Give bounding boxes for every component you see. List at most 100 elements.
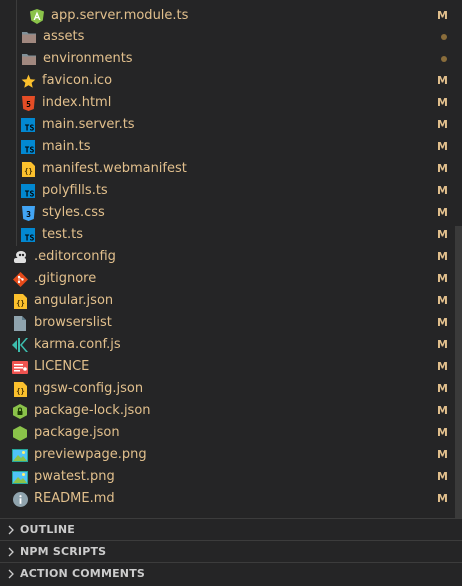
file-label: manifest.webmanifest <box>42 161 187 176</box>
file-label: .editorconfig <box>34 249 116 264</box>
modified-dot <box>441 34 447 40</box>
modified-badge: M <box>437 228 448 241</box>
file-label: favicon.ico <box>42 73 113 88</box>
svg-text:TS: TS <box>25 190 35 199</box>
file-label: .gitignore <box>34 271 97 286</box>
modified-badge: M <box>437 250 448 263</box>
modified-badge: M <box>437 426 448 439</box>
typescript-icon: TS <box>20 227 36 243</box>
folder-item-assets[interactable]: assets <box>0 26 462 48</box>
section-outline[interactable]: OUTLINE <box>0 518 462 540</box>
file-item-polyfills-ts[interactable]: TS polyfills.ts M <box>0 180 462 202</box>
file-icon <box>12 315 28 331</box>
npm-lock-icon <box>12 403 28 419</box>
modified-badge: M <box>437 404 448 417</box>
file-label: browserslist <box>34 315 112 330</box>
file-label: index.html <box>42 95 112 110</box>
modified-badge: M <box>437 316 448 329</box>
modified-badge: M <box>437 140 448 153</box>
section-npm-scripts[interactable]: NPM SCRIPTS <box>0 540 462 562</box>
file-label: README.md <box>34 491 115 506</box>
star-icon <box>20 73 36 89</box>
git-icon <box>12 271 28 287</box>
folder-icon <box>21 51 37 67</box>
modified-badge: M <box>437 294 448 307</box>
section-title: ACTION COMMENTS <box>20 567 146 580</box>
file-item-browserslist[interactable]: browserslist M <box>0 312 462 334</box>
file-item-package-lock[interactable]: package-lock.json M <box>0 400 462 422</box>
file-label: test.ts <box>42 227 83 242</box>
typescript-icon: TS <box>20 117 36 133</box>
modified-badge: M <box>437 492 448 505</box>
file-item-ngsw-config[interactable]: {} ngsw-config.json M <box>0 378 462 400</box>
svg-text:5: 5 <box>26 100 31 109</box>
folder-label: assets <box>43 29 85 44</box>
file-label: styles.css <box>42 205 105 220</box>
file-label: app.server.module.ts <box>51 8 189 23</box>
file-item-index-html[interactable]: 5 index.html M <box>0 92 462 114</box>
file-label: package.json <box>34 425 120 440</box>
file-item-styles-css[interactable]: 3 styles.css M <box>0 202 462 224</box>
modified-badge: M <box>437 338 448 351</box>
image-icon <box>12 469 28 485</box>
file-item-gitignore[interactable]: .gitignore M <box>0 268 462 290</box>
file-item-angular-json[interactable]: {} angular.json M <box>0 290 462 312</box>
chevron-right-icon <box>2 569 20 579</box>
sidebar-collapsed-sections: OUTLINE NPM SCRIPTS ACTION COMMENTS <box>0 518 462 586</box>
image-icon <box>12 447 28 463</box>
file-label: previewpage.png <box>34 447 147 462</box>
modified-badge: M <box>437 448 448 461</box>
file-item-readme[interactable]: README.md M <box>0 488 462 510</box>
file-item-editorconfig[interactable]: .editorconfig M <box>0 246 462 268</box>
json-icon: {} <box>20 161 36 177</box>
svg-text:TS: TS <box>25 146 35 155</box>
chevron-right-icon <box>2 525 20 535</box>
folder-item-environments[interactable]: environments <box>0 48 462 70</box>
explorer-scrollbar[interactable] <box>455 226 462 518</box>
file-item-manifest[interactable]: {} manifest.webmanifest M <box>0 158 462 180</box>
file-label: main.server.ts <box>42 117 135 132</box>
file-label: polyfills.ts <box>42 183 108 198</box>
html5-icon: 5 <box>20 95 36 111</box>
file-item-favicon[interactable]: favicon.ico M <box>0 70 462 92</box>
section-action-comments[interactable]: ACTION COMMENTS <box>0 562 462 584</box>
license-icon <box>12 359 28 375</box>
file-item-main-server-ts[interactable]: TS main.server.ts M <box>0 114 462 136</box>
modified-badge: M <box>437 382 448 395</box>
karma-icon <box>12 337 28 353</box>
explorer-file-tree: app.server.module.ts M assets environmen… <box>0 0 462 518</box>
modified-badge: M <box>437 470 448 483</box>
file-label: pwatest.png <box>34 469 115 484</box>
css3-icon: 3 <box>20 205 36 221</box>
modified-badge: M <box>437 184 448 197</box>
file-label: LICENCE <box>34 359 90 374</box>
file-item-test-ts[interactable]: TS test.ts M <box>0 224 462 246</box>
file-item-pwatest-png[interactable]: pwatest.png M <box>0 466 462 488</box>
file-label: package-lock.json <box>34 403 151 418</box>
modified-badge: M <box>437 272 448 285</box>
modified-badge: M <box>437 96 448 109</box>
file-item-app-server-module[interactable]: app.server.module.ts M <box>0 5 462 27</box>
nodejs-icon <box>12 425 28 441</box>
section-title: OUTLINE <box>20 523 76 536</box>
info-icon <box>12 491 28 507</box>
modified-badge: M <box>437 118 448 131</box>
svg-text:{}: {} <box>16 387 24 395</box>
file-item-package-json[interactable]: package.json M <box>0 422 462 444</box>
file-label: angular.json <box>34 293 114 308</box>
file-item-karma-conf[interactable]: karma.conf.js M <box>0 334 462 356</box>
json-icon: {} <box>12 293 28 309</box>
file-item-main-ts[interactable]: TS main.ts M <box>0 136 462 158</box>
file-item-previewpage-png[interactable]: previewpage.png M <box>0 444 462 466</box>
file-item-licence[interactable]: LICENCE M <box>0 356 462 378</box>
json-icon: {} <box>12 381 28 397</box>
svg-text:TS: TS <box>25 234 35 243</box>
svg-text:TS: TS <box>25 124 35 133</box>
typescript-icon: TS <box>20 139 36 155</box>
svg-text:{}: {} <box>24 167 32 175</box>
modified-badge: M <box>437 206 448 219</box>
section-title: NPM SCRIPTS <box>20 545 107 558</box>
modified-badge: M <box>437 9 448 22</box>
folder-icon <box>21 29 37 45</box>
file-label: ngsw-config.json <box>34 381 144 396</box>
